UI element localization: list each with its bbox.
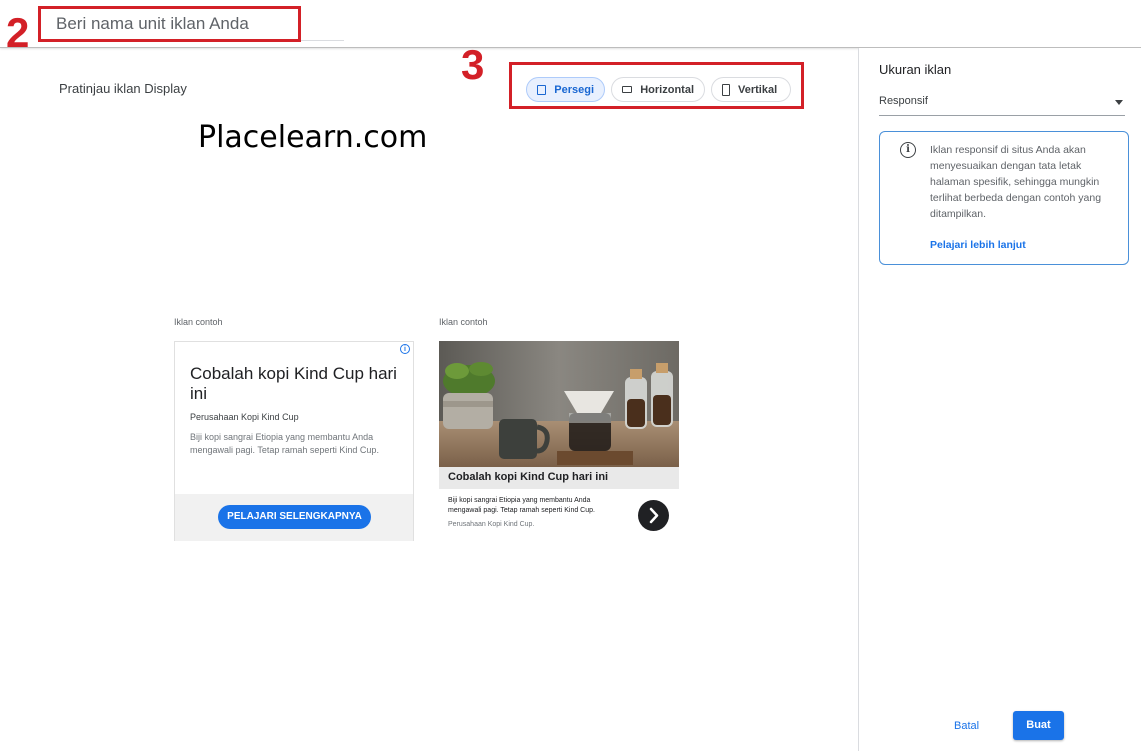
ad-headline-bar: Cobalah kopi Kind Cup hari ini — [439, 467, 679, 489]
tab-square[interactable]: Persegi — [526, 77, 605, 102]
info-icon: i — [900, 142, 916, 158]
annotation-number-2: 2 — [6, 9, 30, 56]
tab-square-label: Persegi — [554, 83, 594, 96]
ad-size-title: Ukuran iklan — [879, 62, 952, 77]
chevron-right-icon[interactable] — [638, 500, 669, 531]
horizontal-rectangle-icon — [622, 86, 633, 93]
preview-label: Pratinjau iklan Display — [59, 81, 187, 96]
ad-company: Perusahaan Kopi Kind Cup. — [448, 521, 535, 528]
learn-more-button[interactable]: PELAJARI SELENGKAPNYA — [218, 505, 371, 529]
sample-ad-image: Cobalah kopi Kind Cup hari ini Biji kopi… — [439, 341, 679, 541]
cancel-button[interactable]: Batal — [954, 720, 979, 732]
info-text: Iklan responsif di situs Anda akan menye… — [930, 144, 1102, 220]
ad-headline: Cobalah kopi Kind Cup hari ini — [448, 471, 609, 483]
ad-description: Biji kopi sangrai Etiopia yang membantu … — [190, 432, 379, 455]
ad-info-icon[interactable]: i — [400, 344, 410, 354]
ad-footer: PELAJARI SELENGKAPNYA — [175, 494, 413, 541]
learn-more-link[interactable]: Pelajari lebih lanjut — [930, 239, 1026, 251]
dropdown-arrow-icon — [1115, 100, 1123, 105]
annotation-box-name — [38, 6, 301, 42]
ad-size-select[interactable]: Responsif — [879, 88, 1125, 116]
create-button[interactable]: Buat — [1013, 711, 1064, 740]
tab-vertical-label: Vertikal — [738, 83, 778, 96]
watermark-text: Placelearn.com — [198, 120, 428, 155]
tab-horizontal[interactable]: Horizontal — [611, 77, 705, 102]
vertical-rectangle-icon — [722, 83, 730, 96]
info-card: i Iklan responsif di situs Anda akan men… — [879, 131, 1129, 265]
ad-headline: Cobalah kopi Kind Cup hari ini — [190, 364, 397, 403]
ad-description: Biji kopi sangrai Etiopia yang membantu … — [448, 497, 595, 514]
ad-size-panel: Ukuran iklan Responsif i Iklan responsif… — [858, 48, 1141, 751]
annotation-number-3: 3 — [461, 41, 485, 88]
square-icon — [537, 84, 547, 95]
ad-company: Perusahaan Kopi Kind Cup — [190, 412, 299, 422]
sample-ad-text: i Cobalah kopi Kind Cup hari ini Perusah… — [174, 341, 414, 541]
ad-size-value: Responsif — [879, 95, 928, 107]
sample-ad-caption-2: Iklan contoh — [439, 317, 488, 327]
tab-horizontal-label: Horizontal — [640, 83, 694, 96]
coffee-photo — [439, 341, 679, 467]
tab-vertical[interactable]: Vertikal — [711, 77, 791, 102]
sample-ad-caption: Iklan contoh — [174, 317, 223, 327]
